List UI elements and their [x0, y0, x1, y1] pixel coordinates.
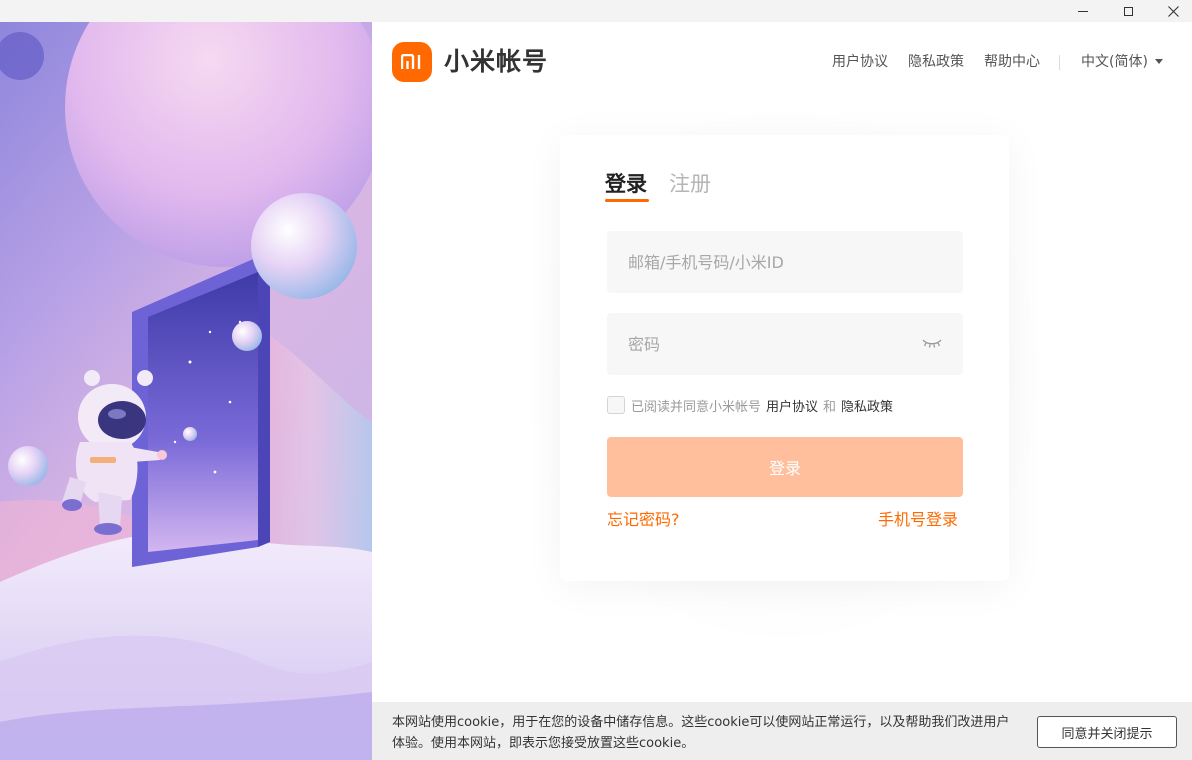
- chevron-down-icon: [1154, 58, 1163, 64]
- mi-logo[interactable]: [392, 42, 432, 82]
- active-tab-indicator: [605, 199, 649, 202]
- cookie-notice-text: 本网站使用cookie，用于在您的设备中储存信息。这些cookie可以使网站正常…: [392, 715, 1010, 751]
- agreement-row: 已阅读并同意小米帐号 用户协议 和 隐私政策: [607, 395, 893, 415]
- password-field: [607, 313, 963, 375]
- password-input[interactable]: [607, 313, 963, 375]
- minimize-icon: [1078, 10, 1088, 12]
- agreement-privacy-link[interactable]: 隐私政策: [841, 396, 893, 415]
- forgot-password-link[interactable]: 忘记密码?: [607, 509, 680, 531]
- nav-help-center[interactable]: 帮助中心: [984, 52, 1040, 72]
- close-icon: [1167, 5, 1179, 17]
- close-button[interactable]: [1150, 0, 1192, 22]
- agreement-terms-link[interactable]: 用户协议: [766, 396, 818, 415]
- mi-logo-icon: [401, 54, 421, 69]
- cookie-banner: 本网站使用cookie，用于在您的设备中储存信息。这些cookie可以使网站正常…: [372, 702, 1192, 760]
- tab-register[interactable]: 注册: [669, 170, 711, 198]
- astronaut-door-illustration: [0, 22, 372, 760]
- cookie-accept-button[interactable]: 同意并关闭提示: [1037, 716, 1177, 748]
- minimize-button[interactable]: [1060, 0, 1106, 22]
- window-titlebar: [0, 0, 1192, 22]
- brand-title: 小米帐号: [444, 47, 549, 76]
- phone-login-link[interactable]: 手机号登录: [878, 509, 958, 531]
- language-selector[interactable]: 中文(简体): [1081, 52, 1163, 72]
- agreement-prefix: 已阅读并同意小米帐号: [631, 399, 762, 415]
- account-input[interactable]: [607, 231, 963, 293]
- maximize-icon: [1123, 6, 1133, 16]
- hero-illustration: [0, 22, 372, 760]
- agreement-and: 和: [823, 399, 837, 415]
- language-label: 中文(简体): [1081, 54, 1148, 70]
- tab-login[interactable]: 登录: [605, 170, 647, 198]
- agreement-checkbox[interactable]: [607, 396, 625, 414]
- account-field: [607, 231, 963, 293]
- nav-divider: [1059, 55, 1060, 70]
- nav-privacy-policy[interactable]: 隐私政策: [908, 52, 964, 72]
- nav-user-agreement[interactable]: 用户协议: [832, 52, 888, 72]
- eye-closed-icon[interactable]: [921, 336, 943, 350]
- maximize-button[interactable]: [1105, 0, 1151, 22]
- login-button[interactable]: 登录: [607, 437, 963, 497]
